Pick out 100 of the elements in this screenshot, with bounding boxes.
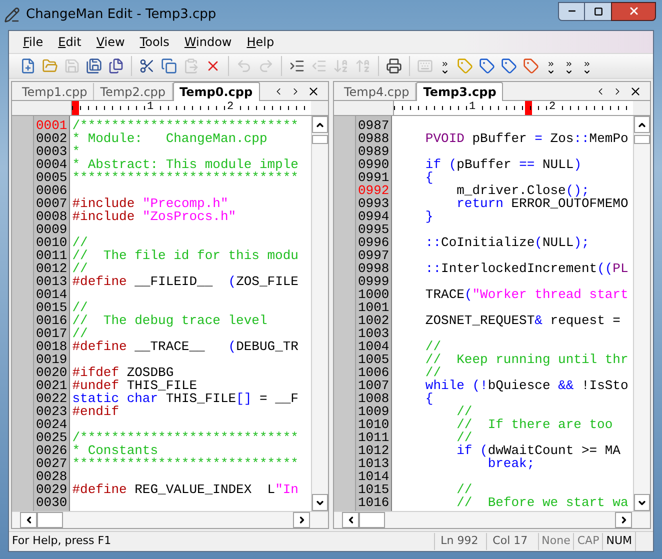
maximize-button[interactable] xyxy=(585,2,611,20)
code-line: #endif xyxy=(72,404,120,419)
line-number: 0026 xyxy=(36,444,68,457)
line-number: 0998 xyxy=(358,262,390,275)
line-number: 0024 xyxy=(36,418,68,431)
line-number: 0992 xyxy=(358,184,390,197)
line-number: 0996 xyxy=(358,236,390,249)
line-number: 0017 xyxy=(36,327,68,340)
line-number: 0016 xyxy=(36,314,68,327)
line-number: 1012 xyxy=(358,444,390,457)
key-indicator: NUM xyxy=(602,533,635,550)
line-number: 0994 xyxy=(358,210,390,223)
code-line: TRACE("Worker thread start xyxy=(424,287,628,302)
menu-item[interactable]: Edit xyxy=(52,33,88,51)
close-button[interactable] xyxy=(611,2,656,20)
key-indicator: None xyxy=(538,533,574,550)
line-number: 0021 xyxy=(36,379,68,392)
scroll-down-button[interactable] xyxy=(634,494,650,511)
line-number: 0019 xyxy=(36,353,68,366)
menu-item[interactable]: View xyxy=(90,33,131,51)
status-message: For Help, press F1 xyxy=(11,533,112,550)
line-number: 1013 xyxy=(358,457,390,470)
scroll-right-button[interactable] xyxy=(293,512,310,528)
stacked-files-icon xyxy=(108,58,124,74)
line-number: 1006 xyxy=(358,366,390,379)
code-line: m_driver.Close(); xyxy=(456,183,590,198)
line-number: 0015 xyxy=(36,301,68,314)
vertical-scrollbar[interactable] xyxy=(633,116,650,511)
code-line: // xyxy=(72,326,88,341)
line-number: 1001 xyxy=(358,301,390,314)
code-line: } xyxy=(424,209,434,224)
save-all-icon xyxy=(86,58,102,74)
menu-item[interactable]: File xyxy=(17,33,50,51)
copy-icon xyxy=(161,58,177,74)
line-number: 1011 xyxy=(358,431,390,444)
line-number: 0991 xyxy=(358,171,390,184)
vertical-scrollbar[interactable] xyxy=(311,116,328,511)
line-number: 0009 xyxy=(36,223,68,236)
code-line: // The file id for this modu xyxy=(72,248,298,263)
sort-up-icon xyxy=(355,58,371,74)
menu-item[interactable]: Tools xyxy=(134,33,176,51)
code-line: PVOID pBuffer = Zos::MemPo xyxy=(424,131,628,146)
line-number: 0025 xyxy=(36,431,68,444)
close-icon[interactable] xyxy=(307,85,320,98)
line-number: 0010 xyxy=(36,236,68,249)
code-line: ::InterlockedIncrement((PL xyxy=(424,261,628,276)
minimize-button[interactable] xyxy=(558,2,585,20)
code-line: // xyxy=(72,300,88,315)
scroll-down-button[interactable] xyxy=(312,494,328,511)
line-number: 0013 xyxy=(36,275,68,288)
menu-item[interactable]: Help xyxy=(240,33,280,51)
line-number: 1000 xyxy=(358,288,390,301)
code-line: /**************************** xyxy=(72,430,298,445)
line-number: 0007 xyxy=(36,197,68,210)
horizontal-scrollbar[interactable] xyxy=(12,511,328,528)
save-icon xyxy=(64,58,80,74)
app-icon xyxy=(4,7,20,23)
line-number: 0990 xyxy=(358,158,390,171)
maximize-icon xyxy=(594,6,602,16)
scroll-thumb[interactable] xyxy=(634,135,650,144)
scroll-thumb[interactable] xyxy=(359,512,385,528)
close-icon[interactable] xyxy=(629,85,642,98)
scroll-left-button[interactable] xyxy=(342,512,359,528)
scroll-thumb[interactable] xyxy=(312,135,328,144)
line-number: 1004 xyxy=(358,340,390,353)
code-line: ::CoInitialize(NULL); xyxy=(424,235,590,250)
code-line: { xyxy=(424,391,434,406)
code-line: // xyxy=(424,365,442,380)
code-line: // xyxy=(456,430,472,445)
code-line: // xyxy=(72,261,88,276)
code-line: /**************************** xyxy=(72,118,298,133)
scroll-right-button[interactable] xyxy=(615,512,632,528)
scroll-up-button[interactable] xyxy=(634,116,650,133)
code-line: #undef THIS_FILE xyxy=(72,378,198,393)
line-number: 0030 xyxy=(36,496,68,509)
scroll-up-button[interactable] xyxy=(312,116,328,133)
code-line: * Constants xyxy=(72,443,158,458)
scroll-left-button[interactable] xyxy=(20,512,37,528)
file-tab[interactable]: Temp3.cpp xyxy=(416,82,504,101)
close-icon xyxy=(628,5,640,17)
code-line: * Abstract: This module imple xyxy=(72,157,298,172)
line-number: 0006 xyxy=(36,184,68,197)
horizontal-scrollbar[interactable] xyxy=(334,511,650,528)
code-line: #include "ZosProcs.h" xyxy=(72,209,236,224)
line-number: 0999 xyxy=(358,275,390,288)
file-tab[interactable]: Temp1.cpp xyxy=(16,83,94,100)
sort-down-icon xyxy=(333,58,349,74)
tag-clear-icon xyxy=(523,58,539,74)
outdent-icon xyxy=(311,58,327,74)
line-number: 1010 xyxy=(358,418,390,431)
line-number: 0001 xyxy=(36,119,68,132)
redo-icon xyxy=(258,58,274,74)
line-number: 1014 xyxy=(358,470,390,483)
code-line: // xyxy=(456,404,472,419)
file-tab[interactable]: Temp0.cpp xyxy=(172,82,260,101)
print-icon xyxy=(386,58,402,74)
line-number: 0995 xyxy=(358,223,390,236)
scroll-thumb[interactable] xyxy=(37,512,63,528)
code-line: if (pBuffer == NULL) xyxy=(424,157,582,172)
menu-item[interactable]: Window xyxy=(178,33,238,51)
